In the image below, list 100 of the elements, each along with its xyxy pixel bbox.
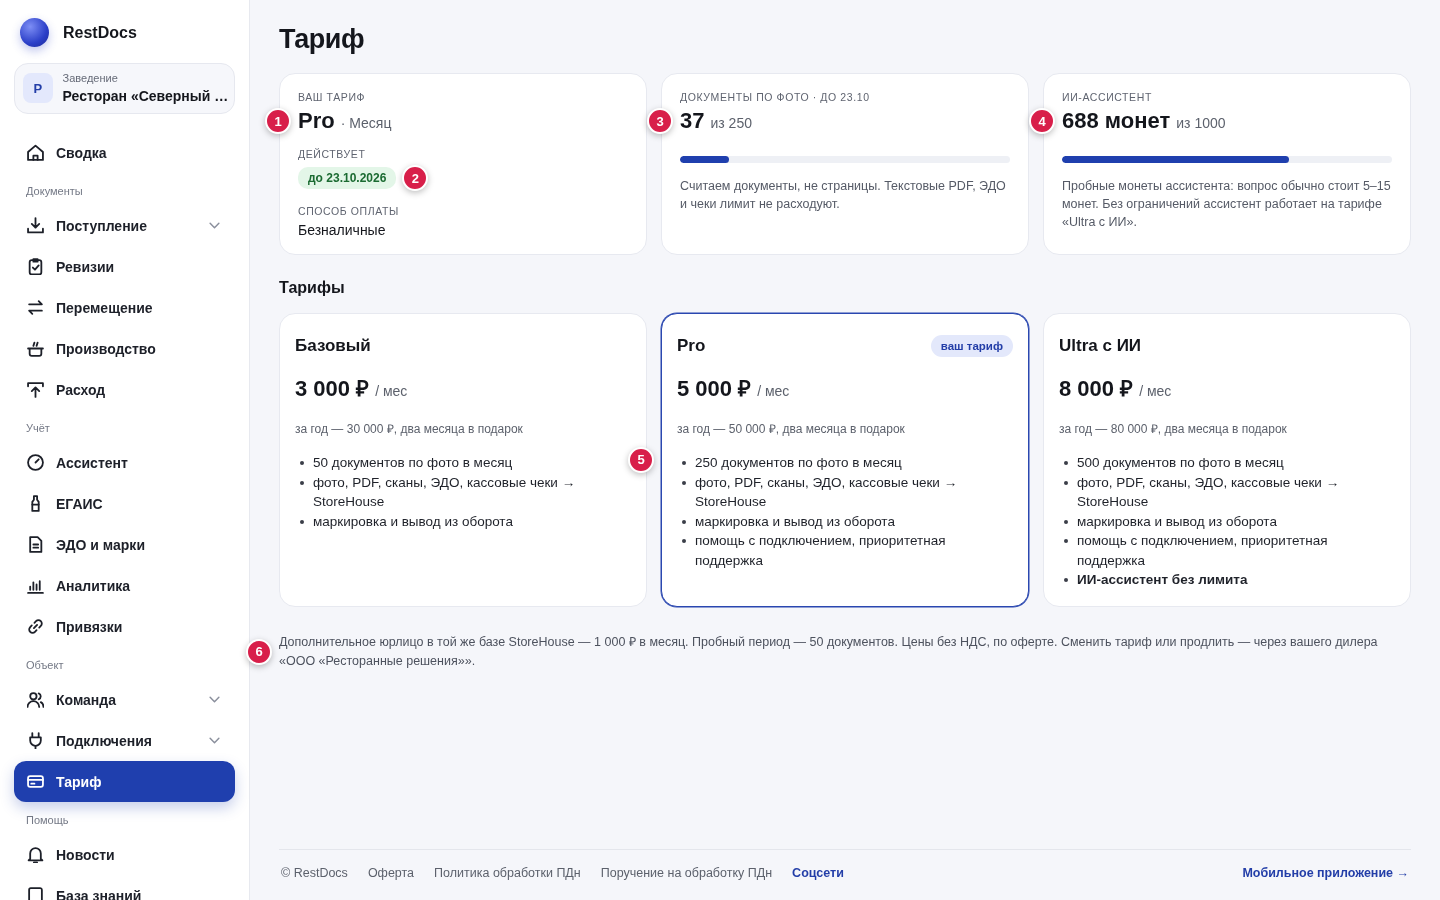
annotation-marker: 6 — [246, 638, 272, 665]
feature-item: 250 документов по фото в месяц — [679, 453, 1013, 473]
nav-label: Команда — [56, 691, 117, 708]
nav-label: Перемещение — [56, 299, 154, 316]
nav-label: Аналитика — [56, 577, 132, 594]
nav-item[interactable]: Расход — [14, 369, 235, 410]
plug-icon — [27, 732, 44, 749]
nav-item[interactable]: ЕГАИС — [14, 483, 235, 524]
yearly-price: за год — 80 000 ₽, два месяца в подарок — [1059, 421, 1288, 437]
upload-icon — [27, 381, 44, 398]
download-icon — [27, 217, 44, 234]
venue-name: Ресторан «Северный … — [62, 88, 226, 104]
bar-chart-icon — [27, 577, 44, 594]
annotation-marker: 4 — [1029, 108, 1055, 134]
nav-item[interactable]: Сводка — [14, 132, 235, 173]
footer-link[interactable]: Политика обработки ПДн — [434, 866, 581, 880]
chevron-icon[interactable] — [209, 696, 220, 703]
card-value-suffix: · Месяц — [340, 115, 392, 131]
field-label: СПОСОБ ОПЛАТЫ — [298, 205, 400, 217]
card-value: 37 — [680, 108, 705, 134]
nav-item[interactable]: Ревизии — [14, 246, 235, 287]
venue-selector[interactable]: Р Заведение Ресторан «Северный … — [14, 63, 235, 114]
nav-label: ЕГАИС — [56, 495, 104, 512]
current-plan-badge: ваш тариф — [930, 335, 1013, 357]
nav-item[interactable]: Аналитика — [14, 565, 235, 606]
feature-item: маркировка и вывод из оборота — [679, 511, 1013, 531]
annotation-marker: 1 — [265, 108, 291, 134]
plan-name: Базовый — [295, 336, 371, 356]
annotation-marker: 3 — [647, 108, 673, 134]
nav-item[interactable]: Перемещение — [14, 287, 235, 328]
feature-item: ИИ-ассистент без лимита — [1061, 570, 1395, 590]
nav-section-label: Объект — [25, 658, 65, 673]
nav-label: Производство — [56, 340, 157, 357]
nav-label: Ассистент — [56, 454, 129, 471]
nav-label: Тариф — [56, 773, 103, 790]
footer-link[interactable]: Поручение на обработку ПДн — [600, 866, 773, 880]
clipboard-icon — [27, 258, 44, 275]
feature-item: маркировка и вывод из оборота — [1061, 511, 1395, 531]
annotation-marker: 2 — [402, 165, 429, 191]
nav-label: Подключения — [56, 732, 153, 749]
nav-item[interactable]: Команда — [14, 679, 235, 720]
yearly-price: за год — 50 000 ₽, два месяца в подарок — [677, 421, 906, 437]
feature-item: 50 документов по фото в месяц — [297, 453, 631, 473]
nav-section-label: Документы — [25, 184, 84, 199]
nav-item[interactable]: Привязки — [14, 606, 235, 647]
venue-avatar: Р — [23, 73, 53, 103]
nav-item[interactable]: Ассистент — [14, 442, 235, 483]
plan-name: Ultra с ИИ — [1059, 336, 1142, 356]
price-period: / мес — [1139, 383, 1172, 399]
document-icon — [27, 536, 44, 553]
plan-price: 8 000 ₽ — [1059, 375, 1134, 402]
plan-price: 3 000 ₽ — [295, 375, 370, 402]
footer-link[interactable]: Оферта — [367, 866, 415, 880]
nav-label: Привязки — [56, 618, 124, 635]
nav-item[interactable]: Поступление — [14, 205, 235, 246]
footer-link[interactable]: Соцсети — [792, 866, 844, 880]
bell-icon — [27, 846, 44, 863]
app-link[interactable]: Мобильное приложение → — [1242, 866, 1409, 880]
card-icon — [27, 773, 44, 790]
card-value-suffix: из 1000 — [1176, 115, 1226, 131]
card-note: Пробные монеты ассистента: вопрос обычно стоит 5–15 монет. Без ограничений ассистент работает на тарифе «Ultra с ИИ». — [1062, 178, 1392, 231]
home-icon — [27, 144, 44, 161]
book-icon — [27, 887, 44, 900]
nav-item[interactable]: База знаний — [14, 875, 235, 900]
nav-section-label: Учёт — [25, 421, 51, 436]
validity-badge: до 23.10.2026 — [298, 167, 397, 189]
nav-label: Новости — [56, 846, 116, 863]
field-value: Безналичные — [298, 222, 387, 238]
pot-icon — [27, 340, 44, 357]
nav-label: Поступление — [56, 217, 148, 234]
logo-icon — [20, 18, 49, 47]
link-icon — [27, 618, 44, 635]
gauge-icon — [27, 454, 44, 471]
price-period: / мес — [757, 383, 790, 399]
feature-item: помощь с подключением, приоритетная поддержка — [1061, 531, 1395, 570]
section-heading: Тарифы — [279, 279, 346, 297]
users-icon — [27, 691, 44, 708]
venue-label: Заведение — [62, 72, 119, 84]
nav-label: ЭДО и марки — [56, 536, 146, 553]
feature-item: помощь с подключением, приоритетная поддержка — [679, 531, 1013, 570]
field-label: ДЕЙСТВУЕТ — [298, 148, 367, 160]
card-note: Считаем документы, не страницы. Текстовые PDF, ЭДО и чеки лимит не расходуют. — [680, 178, 1007, 213]
card-label: ИИ-АССИСТЕНТ — [1062, 91, 1153, 103]
swap-arrows-icon — [27, 299, 44, 316]
nav-item[interactable]: Подключения — [14, 720, 235, 761]
chevron-icon[interactable] — [209, 222, 220, 229]
copyright: © RestDocs — [281, 866, 348, 880]
nav-label: База знаний — [56, 887, 143, 900]
nav-item[interactable]: Новости — [14, 834, 235, 875]
page-title: Тариф — [279, 24, 366, 55]
nav-label: Расход — [56, 381, 107, 398]
plan-price: 5 000 ₽ — [677, 375, 752, 402]
nav-section-label: Помощь — [25, 813, 70, 828]
chevron-icon[interactable] — [209, 737, 220, 744]
nav-item[interactable]: Производство — [14, 328, 235, 369]
brand-name: RestDocs — [63, 23, 137, 42]
nav-label: Сводка — [56, 144, 108, 161]
nav-label: Ревизии — [56, 258, 116, 275]
nav-item[interactable]: Тариф — [14, 761, 235, 802]
nav-item[interactable]: ЭДО и марки — [14, 524, 235, 565]
